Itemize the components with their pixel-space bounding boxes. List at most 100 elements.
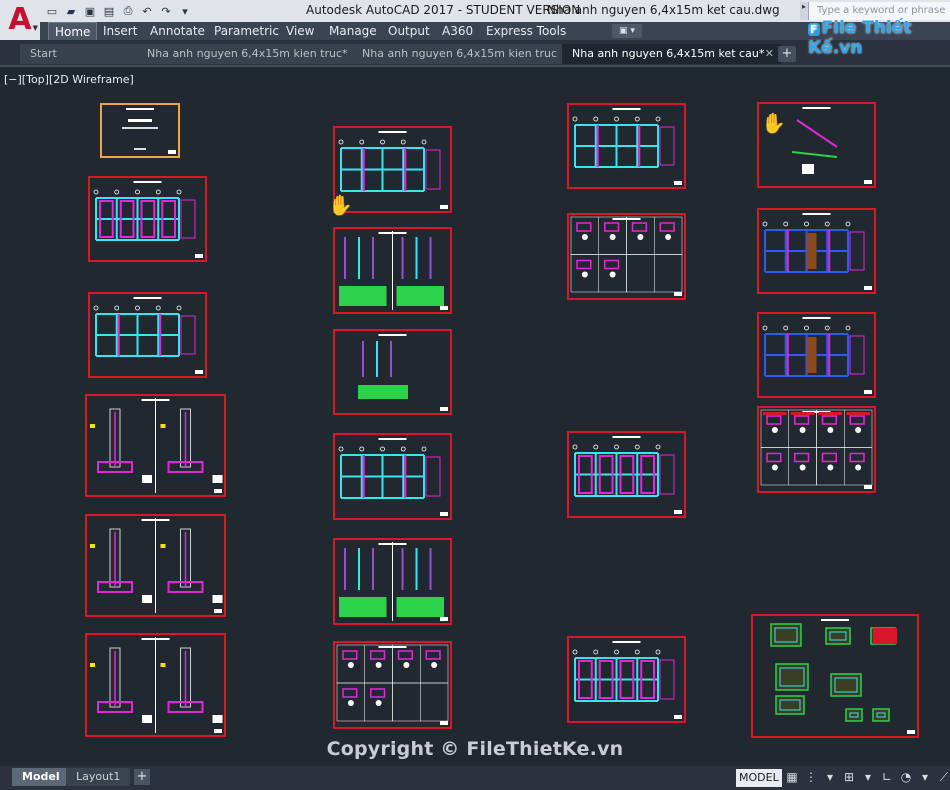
title-block (168, 150, 176, 154)
osnap-icon[interactable]: ⟋ (937, 770, 950, 786)
tab-view[interactable]: View (280, 22, 320, 40)
grid-bubble (135, 305, 140, 311)
tab-insert[interactable]: Insert (97, 22, 143, 40)
redo-icon[interactable]: ↷ (158, 3, 174, 19)
sheet-title (126, 108, 154, 110)
model-space-toggle[interactable]: MODEL (736, 769, 782, 787)
section-mark (827, 464, 834, 471)
note-block (142, 715, 152, 723)
detail-cell (392, 682, 421, 722)
print-icon[interactable]: ⎙ (120, 3, 136, 19)
saveas-icon[interactable]: ▤ (101, 3, 117, 19)
grid-icon[interactable]: ▦ (785, 770, 799, 786)
pan-hand-cursor-icon: ✋ (328, 193, 353, 217)
stair-outline (180, 199, 196, 239)
polar-icon[interactable]: ◔ (899, 770, 913, 786)
tab-kien-truc[interactable]: Nha anh nguyen 6,4x15m kien truc (352, 44, 563, 64)
pan-hand-cursor-icon: ✋ (761, 111, 786, 135)
cover-title (128, 119, 152, 122)
sheet-title (802, 317, 831, 319)
grid-bubble (421, 446, 427, 452)
ribbon-display-toggle[interactable]: ▣ ▾ (612, 24, 642, 38)
tab-model[interactable]: Model (12, 768, 70, 786)
drawing-canvas[interactable]: ✋ ✋ (0, 67, 950, 764)
copyright-watermark: Copyright © FileThietKe.vn (326, 738, 624, 760)
section-detail (631, 222, 647, 232)
chevron-down-icon[interactable]: ▾ (918, 770, 932, 786)
grid-bubble (783, 221, 789, 227)
section-detail (342, 650, 358, 660)
add-layout-button[interactable]: + (134, 769, 150, 785)
stair-outline (425, 456, 441, 497)
model-space-drawing (85, 102, 919, 738)
tab-a360[interactable]: A360 (436, 22, 479, 40)
rebar-table (339, 286, 387, 306)
title-block (440, 721, 448, 725)
grid-bubble (804, 221, 809, 227)
chevron-down-icon: ▼ (32, 24, 38, 32)
grid-bubble (338, 139, 344, 145)
cell-header (846, 412, 870, 415)
more-icon[interactable]: ▾ (177, 3, 193, 19)
grid-bubble (176, 189, 182, 195)
section-mark (609, 271, 616, 278)
tab-layout1[interactable]: Layout1 (66, 768, 131, 786)
section-detail (849, 452, 865, 463)
file-title: Nha anh nguyen 6,4x15m ket cau.dwg (547, 3, 780, 17)
grid-bubble (93, 305, 99, 311)
tab-parametric[interactable]: Parametric (208, 22, 285, 40)
undo-icon[interactable]: ↶ (139, 3, 155, 19)
note-block (212, 715, 223, 723)
sheet-title (612, 108, 641, 110)
tab-annotate[interactable]: Annotate (144, 22, 211, 40)
cell-header (818, 412, 843, 415)
grid-bubble (762, 325, 768, 331)
cover-footer (134, 148, 146, 150)
grid-bubble (593, 116, 599, 122)
grid-bubble (593, 649, 599, 655)
section-detail (397, 650, 413, 660)
status-tools: ▦ ⋮ ▾ ⊞ ▾ ∟ ◔ ▾ ⟋ ▾ (785, 770, 950, 786)
quick-access-toolbar: ▭ ▰ ▣ ▤ ⎙ ↶ ↷ ▾ (44, 3, 193, 19)
detail-cell (654, 254, 683, 293)
note-block (212, 475, 223, 483)
ortho-icon[interactable]: ∟ (880, 770, 894, 786)
section-mark (799, 464, 806, 471)
sheet-title (612, 641, 641, 643)
chevron-right-icon[interactable]: ▸ (800, 2, 808, 20)
cell-header (763, 412, 787, 415)
save-icon[interactable]: ▣ (82, 3, 98, 19)
open-icon[interactable]: ▰ (63, 3, 79, 19)
section-mark (581, 271, 588, 278)
section-mark (403, 662, 410, 668)
tab-kien-truc-modified[interactable]: Nha anh nguyen 6,4x15m kien truc* (137, 44, 354, 64)
title-block (440, 617, 448, 621)
tab-output[interactable]: Output (382, 22, 436, 40)
application-menu-button[interactable]: A ▼ (0, 0, 40, 40)
title-block (440, 306, 448, 310)
close-icon[interactable]: ✕ (765, 44, 774, 64)
section-mark (431, 662, 438, 668)
tab-manage[interactable]: Manage (323, 22, 383, 40)
grid-bubble (155, 305, 161, 311)
tag (90, 424, 95, 428)
infer-icon[interactable]: ⊞ (842, 770, 856, 786)
chevron-down-icon[interactable]: ▾ (823, 770, 837, 786)
tag (160, 544, 166, 548)
section-mark (375, 700, 382, 706)
structure-detail (872, 708, 890, 722)
tab-start[interactable]: Start (20, 44, 143, 64)
section-mark (375, 662, 382, 668)
logo-badge: F (808, 23, 820, 36)
title-block (195, 370, 203, 374)
chevron-down-icon[interactable]: ▾ (861, 770, 875, 786)
tab-express-tools[interactable]: Express Tools (480, 22, 572, 40)
tab-home[interactable]: Home (48, 22, 98, 40)
sheet-title (378, 334, 407, 336)
grid-bubble (614, 649, 619, 655)
snap-icon[interactable]: ⋮ (804, 770, 818, 786)
new-icon[interactable]: ▭ (44, 3, 60, 19)
tab-ket-cau[interactable]: Nha anh nguyen 6,4x15m ket cau* ✕ (562, 44, 781, 64)
tag (160, 424, 166, 428)
new-tab-button[interactable]: + (778, 46, 796, 62)
